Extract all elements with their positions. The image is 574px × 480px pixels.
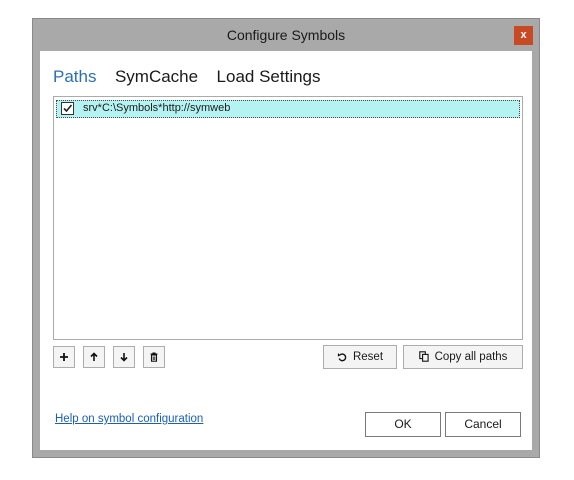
cancel-button[interactable]: Cancel — [445, 412, 521, 437]
title-bar[interactable]: Configure Symbols x — [33, 19, 539, 51]
ok-button[interactable]: OK — [365, 412, 441, 437]
arrow-up-icon — [90, 352, 98, 361]
path-value[interactable]: srv*C:\Symbols*http://symweb — [83, 102, 230, 114]
tab-load-settings[interactable]: Load Settings — [217, 67, 321, 87]
delete-path-button[interactable] — [143, 346, 165, 368]
copy-all-paths-button[interactable]: Copy all paths — [403, 345, 523, 369]
list-item[interactable]: srv*C:\Symbols*http://symweb — [56, 100, 520, 118]
tab-symcache[interactable]: SymCache — [115, 67, 198, 87]
trash-icon — [150, 352, 158, 362]
copy-label: Copy all paths — [434, 351, 508, 363]
tab-paths[interactable]: Paths — [53, 67, 96, 87]
help-link[interactable]: Help on symbol configuration — [55, 413, 203, 425]
copy-icon — [418, 351, 429, 362]
tab-strip: Paths SymCache Load Settings — [53, 67, 335, 91]
reset-label: Reset — [352, 351, 384, 363]
arrow-down-icon — [120, 353, 128, 362]
move-up-button[interactable] — [83, 346, 105, 368]
undo-icon — [337, 353, 347, 362]
move-down-button[interactable] — [113, 346, 135, 368]
window-title: Configure Symbols — [226, 27, 346, 43]
path-enabled-checkbox[interactable] — [61, 102, 74, 115]
add-path-button[interactable] — [53, 346, 75, 368]
checkmark-icon — [63, 104, 73, 113]
plus-icon — [60, 353, 68, 361]
symbol-path-list[interactable]: srv*C:\Symbols*http://symweb — [53, 96, 523, 340]
close-button[interactable]: x — [514, 26, 533, 45]
reset-button[interactable]: Reset — [323, 345, 397, 369]
configure-symbols-dialog: Configure Symbols x Paths SymCache Load … — [32, 18, 540, 458]
